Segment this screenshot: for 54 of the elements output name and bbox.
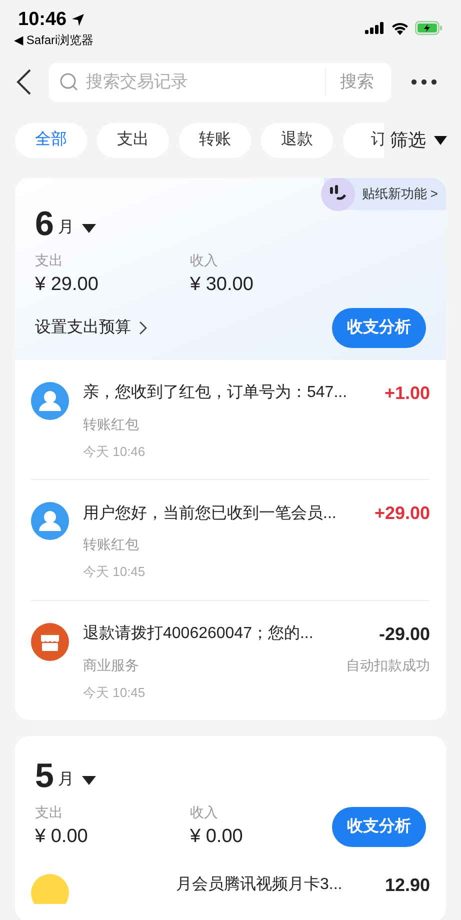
filter-tab[interactable]: 转账 [179, 122, 251, 158]
transaction-title: 退款请拨打4006260047；您的... [83, 624, 314, 644]
filter-tab[interactable]: 全部 [15, 122, 87, 158]
transaction-amount: 12.90 [384, 874, 430, 896]
search-icon [60, 73, 78, 91]
dropdown-caret-icon [82, 224, 96, 233]
transaction-row[interactable]: 亲，您收到了红包，订单号为：547... +1.00 转账红包 今天 10:46 [31, 360, 430, 479]
budget-link[interactable]: 设置支出预算 [35, 316, 147, 340]
expense-total: ¥ 29.00 [35, 273, 100, 297]
transaction-row[interactable]: 退款请拨打4006260047；您的... -29.00 商业服务 自动扣款成功 今天 10:45 [31, 600, 430, 720]
expense-label: 支出 [35, 251, 64, 270]
shop-icon [31, 622, 69, 660]
wifi-icon [391, 22, 409, 34]
month-picker[interactable]: 5 月 [35, 758, 96, 794]
dropdown-caret-icon [434, 136, 447, 144]
expense-total: ¥ 0.00 [35, 825, 89, 849]
sticker-promo-banner[interactable]: 贴纸新功能 > [324, 178, 446, 210]
chevron-right-icon [139, 320, 147, 334]
transaction-row[interactable]: 用户您好，当前您已收到一笔会员... +29.00 转账红包 今天 10:45 [31, 479, 430, 600]
transaction-amount: +1.00 [384, 382, 430, 404]
transaction-time: 今天 10:45 [83, 684, 146, 702]
transaction-category: 转账红包 [83, 535, 139, 554]
transaction-time: 今天 10:45 [83, 563, 146, 581]
transaction-category: 转账红包 [83, 414, 139, 434]
battery-icon [415, 21, 443, 35]
location-icon [70, 13, 85, 27]
transaction-title: 亲，您收到了红包，订单号为：547... [83, 382, 348, 403]
transaction-row[interactable]: 月会员腾讯视频月卡3... 12.90 [31, 852, 430, 920]
app-logo-icon [31, 874, 69, 904]
income-label: 收入 [190, 803, 219, 822]
transaction-time: 今天 10:46 [83, 442, 146, 460]
income-total: ¥ 0.00 [190, 825, 243, 849]
dropdown-caret-icon [82, 776, 96, 785]
back-icon[interactable] [16, 69, 32, 95]
transaction-amount: -29.00 [378, 622, 430, 646]
user-avatar-icon [31, 502, 69, 540]
income-label: 收入 [190, 251, 219, 270]
back-to-app-link[interactable]: ◀ Safari浏览器 [14, 32, 94, 48]
month-picker[interactable]: 6 月 [35, 206, 96, 242]
filter-tab[interactable]: 退款 [261, 122, 333, 158]
transaction-category: 商业服务 [83, 656, 139, 674]
expense-label: 支出 [35, 803, 64, 822]
income-total: ¥ 30.00 [190, 273, 254, 297]
transaction-amount: +29.00 [374, 502, 430, 525]
more-icon[interactable] [411, 79, 437, 85]
analysis-button[interactable]: 收支分析 [332, 308, 426, 348]
status-time: 10:46 [18, 8, 67, 32]
filter-tab[interactable]: 支出 [97, 122, 169, 158]
user-avatar-icon [31, 382, 69, 420]
transaction-status: 自动扣款成功 [346, 656, 430, 674]
transaction-title: 月会员腾讯视频月卡3... [176, 874, 342, 895]
transaction-title: 用户您好，当前您已收到一笔会员... [83, 504, 336, 524]
analysis-button[interactable]: 收支分析 [332, 806, 426, 847]
signal-icon [365, 22, 385, 34]
